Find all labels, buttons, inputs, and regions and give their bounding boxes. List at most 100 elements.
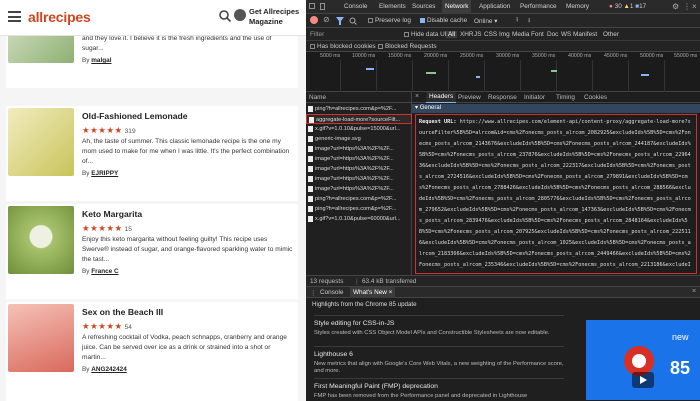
timeline-tick: 55000 ms	[674, 53, 698, 59]
filter-icon[interactable]	[336, 17, 344, 25]
recipe-description: Ah, the taste of summer. This classic le…	[82, 138, 290, 165]
timeline-tick: 35000 ms	[532, 53, 556, 59]
network-status-bar: 13 requests | 63.4 kB transferred	[306, 275, 700, 286]
general-section-header[interactable]: ▾ General	[412, 104, 700, 113]
request-row[interactable]: image?url=https%3A%2F%2F...	[306, 184, 412, 194]
tab-elements[interactable]: Elements	[379, 3, 406, 10]
request-row-selected[interactable]: aggregate-load-more?sourceFilt...	[306, 114, 412, 124]
rating-stars: ★★★★★ 319	[82, 125, 136, 135]
error-badge[interactable]: ● 30 ▲1 ■17	[609, 3, 646, 10]
tab-preview[interactable]: Preview	[458, 94, 481, 101]
preserve-log-checkbox[interactable]: Preserve log	[368, 17, 411, 24]
filter-type-img[interactable]: Img	[499, 31, 510, 38]
request-row[interactable]: image?url=https%3A%2F%2F...	[306, 154, 412, 164]
news-item[interactable]: Style editing for CSS-in-JS Styles create…	[314, 320, 564, 337]
news-item[interactable]: First Meaningful Paint (FMP) deprecation…	[314, 383, 564, 400]
request-url: Request URL: https://www.allrecipes.com/…	[419, 119, 691, 268]
device-toolbar-icon[interactable]	[319, 3, 326, 10]
request-row[interactable]: image?url=https%3A%2F%2F...	[306, 164, 412, 174]
tab-network[interactable]: Network	[442, 0, 472, 14]
record-icon[interactable]	[310, 16, 318, 24]
author-link[interactable]: malgal	[91, 57, 111, 64]
recipe-card[interactable]: Keto Margarita ★★★★★ 15 Enjoy this keto m…	[6, 204, 298, 299]
filter-type-xhr[interactable]: XHR	[460, 31, 474, 38]
author-link[interactable]: ANG242424	[91, 366, 127, 373]
request-list-header: Name	[306, 92, 412, 103]
request-row[interactable]: x.gif?v=1.0.10&pulse=15000&url...	[306, 124, 412, 134]
filter-type-font[interactable]: Font	[531, 31, 544, 38]
filter-type-css[interactable]: CSS	[484, 31, 497, 38]
filter-input[interactable]: Filter	[310, 31, 324, 38]
site-header: allrecipes Get Allrecipes Magazine	[0, 0, 306, 36]
recipe-thumbnail[interactable]	[8, 304, 74, 372]
drawer-tab-console[interactable]: Console	[320, 289, 343, 296]
settings-icon[interactable]: ⚙	[672, 2, 679, 11]
blocked-cookies-checkbox[interactable]: Has blocked cookies	[310, 43, 376, 50]
request-row[interactable]: image?url=https%3A%2F%2F...	[306, 174, 412, 184]
throttle-select[interactable]: Online ▾	[474, 17, 497, 25]
network-overview-timeline[interactable]: 5000 ms 10000 ms 15000 ms 20000 ms 25000…	[306, 52, 700, 92]
request-url-box: Request URL: https://www.allrecipes.com/…	[415, 114, 697, 274]
recipe-title[interactable]: Sex on the Beach III	[82, 307, 163, 317]
clear-icon[interactable]: ⊘	[323, 15, 330, 24]
close-details-icon[interactable]: ×	[415, 93, 419, 100]
site-logo[interactable]: allrecipes	[28, 9, 91, 25]
blocked-requests-checkbox[interactable]: Blocked Requests	[378, 43, 437, 50]
request-row[interactable]: image?url=https%3A%2F%2F...	[306, 144, 412, 154]
filter-type-doc[interactable]: Doc	[547, 31, 558, 38]
tab-cookies[interactable]: Cookies	[584, 94, 607, 101]
request-row[interactable]: generic-image.svg	[306, 134, 412, 144]
tab-initiator[interactable]: Initiator	[524, 94, 545, 101]
user-icon[interactable]	[234, 9, 246, 21]
recipe-card[interactable]: Old-Fashioned Lemonade ★★★★★ 319 Ah, the …	[6, 106, 298, 201]
tab-headers[interactable]: Headers	[426, 92, 457, 103]
author-link[interactable]: France C	[91, 268, 118, 275]
upload-icon[interactable]: ⭱	[516, 16, 518, 27]
recipe-author: By EJRIPPY	[82, 170, 119, 177]
filter-type-all[interactable]: All	[446, 31, 458, 38]
tab-performance[interactable]: Performance	[520, 3, 557, 10]
more-icon[interactable]: ⋮	[683, 2, 691, 11]
recipe-thumbnail[interactable]	[8, 108, 74, 176]
recipe-title[interactable]: Old-Fashioned Lemonade	[82, 111, 188, 121]
drawer-menu-icon[interactable]: ⋮	[310, 289, 316, 297]
recipe-card[interactable]: Sex on the Beach III ★★★★★ 54 A refreshin…	[6, 302, 298, 401]
network-toolbar: ⊘ Preserve log Disable cache Online ▾ ⭱ …	[306, 14, 700, 28]
play-icon[interactable]	[632, 372, 654, 388]
recipe-thumbnail[interactable]	[8, 206, 74, 274]
filter-type-ws[interactable]: WS	[561, 31, 571, 38]
recipe-title[interactable]: Keto Margarita	[82, 209, 142, 219]
author-link[interactable]: EJRIPPY	[91, 170, 118, 177]
tab-application[interactable]: Application	[479, 3, 510, 10]
filter-type-media[interactable]: Media	[512, 31, 529, 38]
filter-type-manifest[interactable]: Manifest	[573, 31, 597, 38]
close-icon[interactable]: ×	[692, 2, 697, 11]
filter-type-other[interactable]: Other	[603, 31, 619, 38]
search-icon[interactable]	[349, 17, 357, 25]
timeline-tick: 10000 ms	[352, 53, 376, 59]
tab-sources[interactable]: Sources	[412, 3, 435, 10]
tab-response[interactable]: Response	[488, 94, 517, 101]
tab-console[interactable]: Console	[344, 3, 367, 10]
filter-type-js[interactable]: JS	[474, 31, 481, 38]
close-drawer-icon[interactable]: ×	[692, 288, 696, 295]
devtools-tabbar: Console Elements Sources Network Applica…	[306, 0, 700, 14]
drawer-tab-whats-new[interactable]: What's New ×	[350, 287, 396, 298]
disable-cache-checkbox[interactable]: Disable cache	[420, 17, 467, 24]
whats-new-video[interactable]: new 85	[586, 320, 700, 400]
tab-timing[interactable]: Timing	[556, 94, 575, 101]
news-item[interactable]: Lighthouse 6 New metrics that align with …	[314, 351, 564, 376]
request-row[interactable]: x.gif?v=1.0.10&pulse=60000&url...	[306, 214, 412, 224]
inspect-icon[interactable]	[309, 3, 316, 10]
recipe-author: By malgal	[82, 57, 112, 64]
timeline-tick: 25000 ms	[460, 53, 484, 59]
search-icon[interactable]	[218, 9, 232, 23]
menu-icon[interactable]	[8, 11, 21, 22]
magazine-link[interactable]: Get Allrecipes Magazine	[249, 7, 299, 27]
request-row[interactable]: ping?h=allrecipes.com&p=%2F...	[306, 194, 412, 204]
request-row[interactable]: ping?h=allrecipes.com&p=%2F...	[306, 204, 412, 214]
timeline-bar	[426, 72, 436, 74]
tab-memory[interactable]: Memory	[566, 3, 589, 10]
request-row[interactable]: ping?h=allrecipes.com&p=%2F...	[306, 104, 412, 114]
download-icon[interactable]: ⭳	[528, 16, 530, 27]
